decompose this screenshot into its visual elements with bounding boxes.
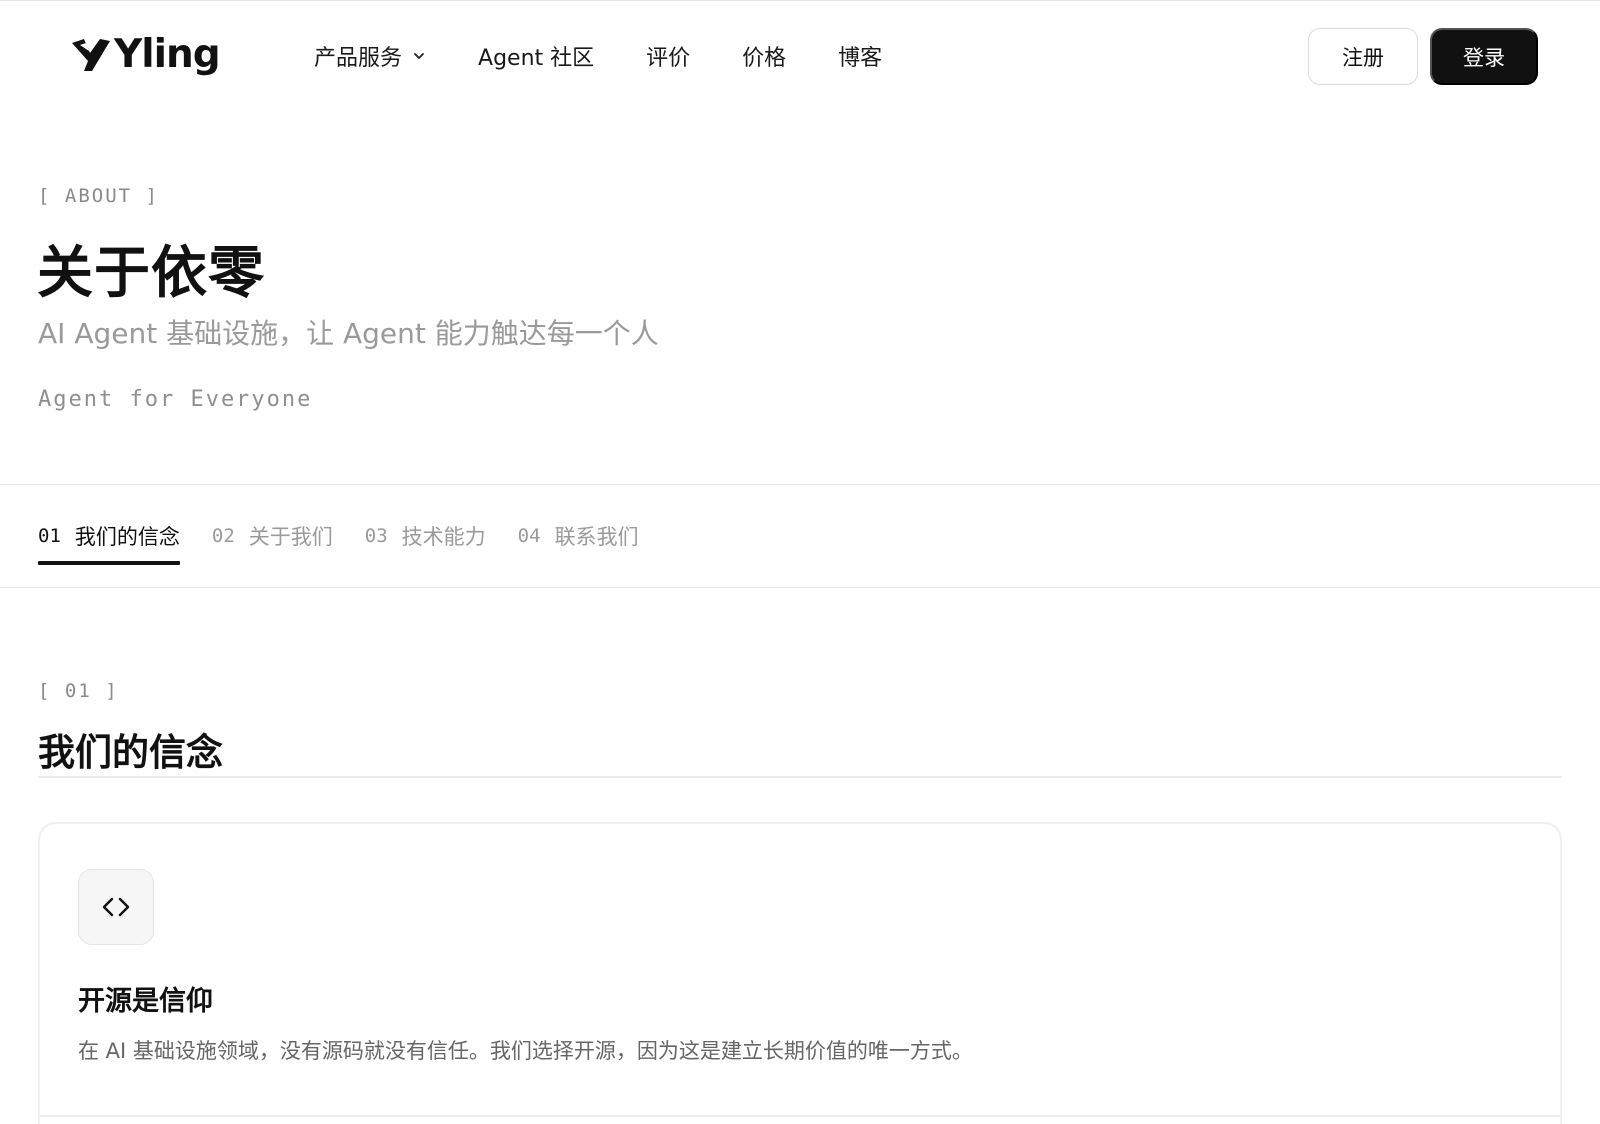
tab-tech-capabilities[interactable]: 03 技术能力 [365, 521, 486, 565]
card-divider [40, 1115, 1560, 1117]
nav-item-label: 评价 [646, 46, 691, 71]
tab-number: 03 [364, 525, 388, 547]
tab-label: 我们的信念 [74, 525, 180, 549]
nav-item-label: 产品服务 [314, 46, 403, 71]
nav-item-products[interactable]: 产品服务 [314, 40, 426, 72]
active-tab-indicator [38, 561, 180, 565]
card-title: 开源是信仰 [78, 986, 213, 1017]
site-header: Yling 产品服务 Agent 社区 评价 价格 博客 注册 登录 [0, 0, 1600, 110]
nav-item-label: 价格 [742, 46, 787, 71]
brand-logo[interactable]: Yling [70, 32, 221, 77]
tab-number: 01 [38, 525, 61, 547]
nav-item-pricing[interactable]: 价格 [742, 40, 786, 72]
nav-item-label: 博客 [838, 46, 883, 71]
chevron-down-icon [414, 53, 424, 59]
section-tag-about: [ ABOUT ] [38, 185, 159, 207]
nav-item-label: Agent 社区 [478, 46, 595, 71]
login-button[interactable]: 登录 [1430, 28, 1538, 85]
tab-label: 关于我们 [248, 525, 333, 549]
section-title: 我们的信念 [38, 731, 223, 774]
nav-item-blog[interactable]: 博客 [838, 40, 882, 72]
main-nav: 产品服务 Agent 社区 评价 价格 博客 [314, 39, 882, 73]
card-icon-box [78, 869, 154, 945]
tab-label: 技术能力 [401, 525, 486, 549]
tab-about-us[interactable]: 02 关于我们 [212, 521, 333, 565]
section-tag-01: [ 01 ] [38, 680, 119, 702]
tab-label: 联系我们 [554, 525, 639, 549]
register-button[interactable]: 注册 [1308, 28, 1418, 85]
card-description: 在 AI 基础设施领域，没有源码就没有信任。我们选择开源，因为这是建立长期价值的… [78, 1039, 973, 1063]
nav-item-reviews[interactable]: 评价 [646, 40, 690, 72]
nav-item-agent-community[interactable]: Agent 社区 [478, 40, 594, 72]
page-title: 关于依零 [37, 241, 265, 306]
yling-logo-icon [72, 39, 110, 71]
page-subtitle: AI Agent 基础设施，让 Agent 能力触达每一个人 [38, 317, 659, 350]
brand-name: Yling [114, 32, 221, 77]
tab-contact-us[interactable]: 04 联系我们 [518, 521, 639, 565]
section-tabs-bar: 01 我们的信念 02 关于我们 03 技术能力 04 联系我们 [0, 484, 1600, 588]
tab-our-beliefs[interactable]: 01 我们的信念 [38, 521, 180, 565]
section-divider [38, 776, 1562, 778]
tab-number: 02 [211, 525, 235, 547]
tab-number: 04 [517, 525, 541, 547]
tagline: Agent for Everyone [38, 387, 313, 412]
section-tabs: 01 我们的信念 02 关于我们 03 技术能力 04 联系我们 [38, 521, 639, 565]
belief-card: 开源是信仰 在 AI 基础设施领域，没有源码就没有信任。我们选择开源，因为这是建… [38, 822, 1562, 1124]
code-brackets-icon [102, 897, 130, 917]
